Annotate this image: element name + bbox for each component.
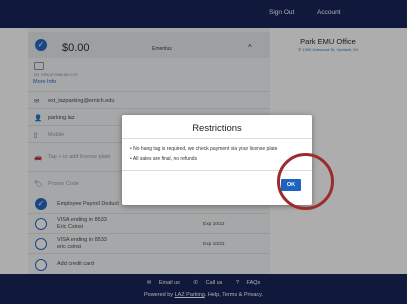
restriction-text: No hang tag is required, we check paymen… xyxy=(133,146,278,152)
divider xyxy=(122,138,312,139)
annotation-circle xyxy=(277,153,334,210)
restriction-text: All sales are final, no refunds xyxy=(132,156,198,162)
dialog-title: Restrictions xyxy=(192,123,242,134)
restriction-item: • No hang tag is required, we check paym… xyxy=(130,146,278,152)
restriction-item: • All sales are final, no refunds xyxy=(130,156,198,162)
